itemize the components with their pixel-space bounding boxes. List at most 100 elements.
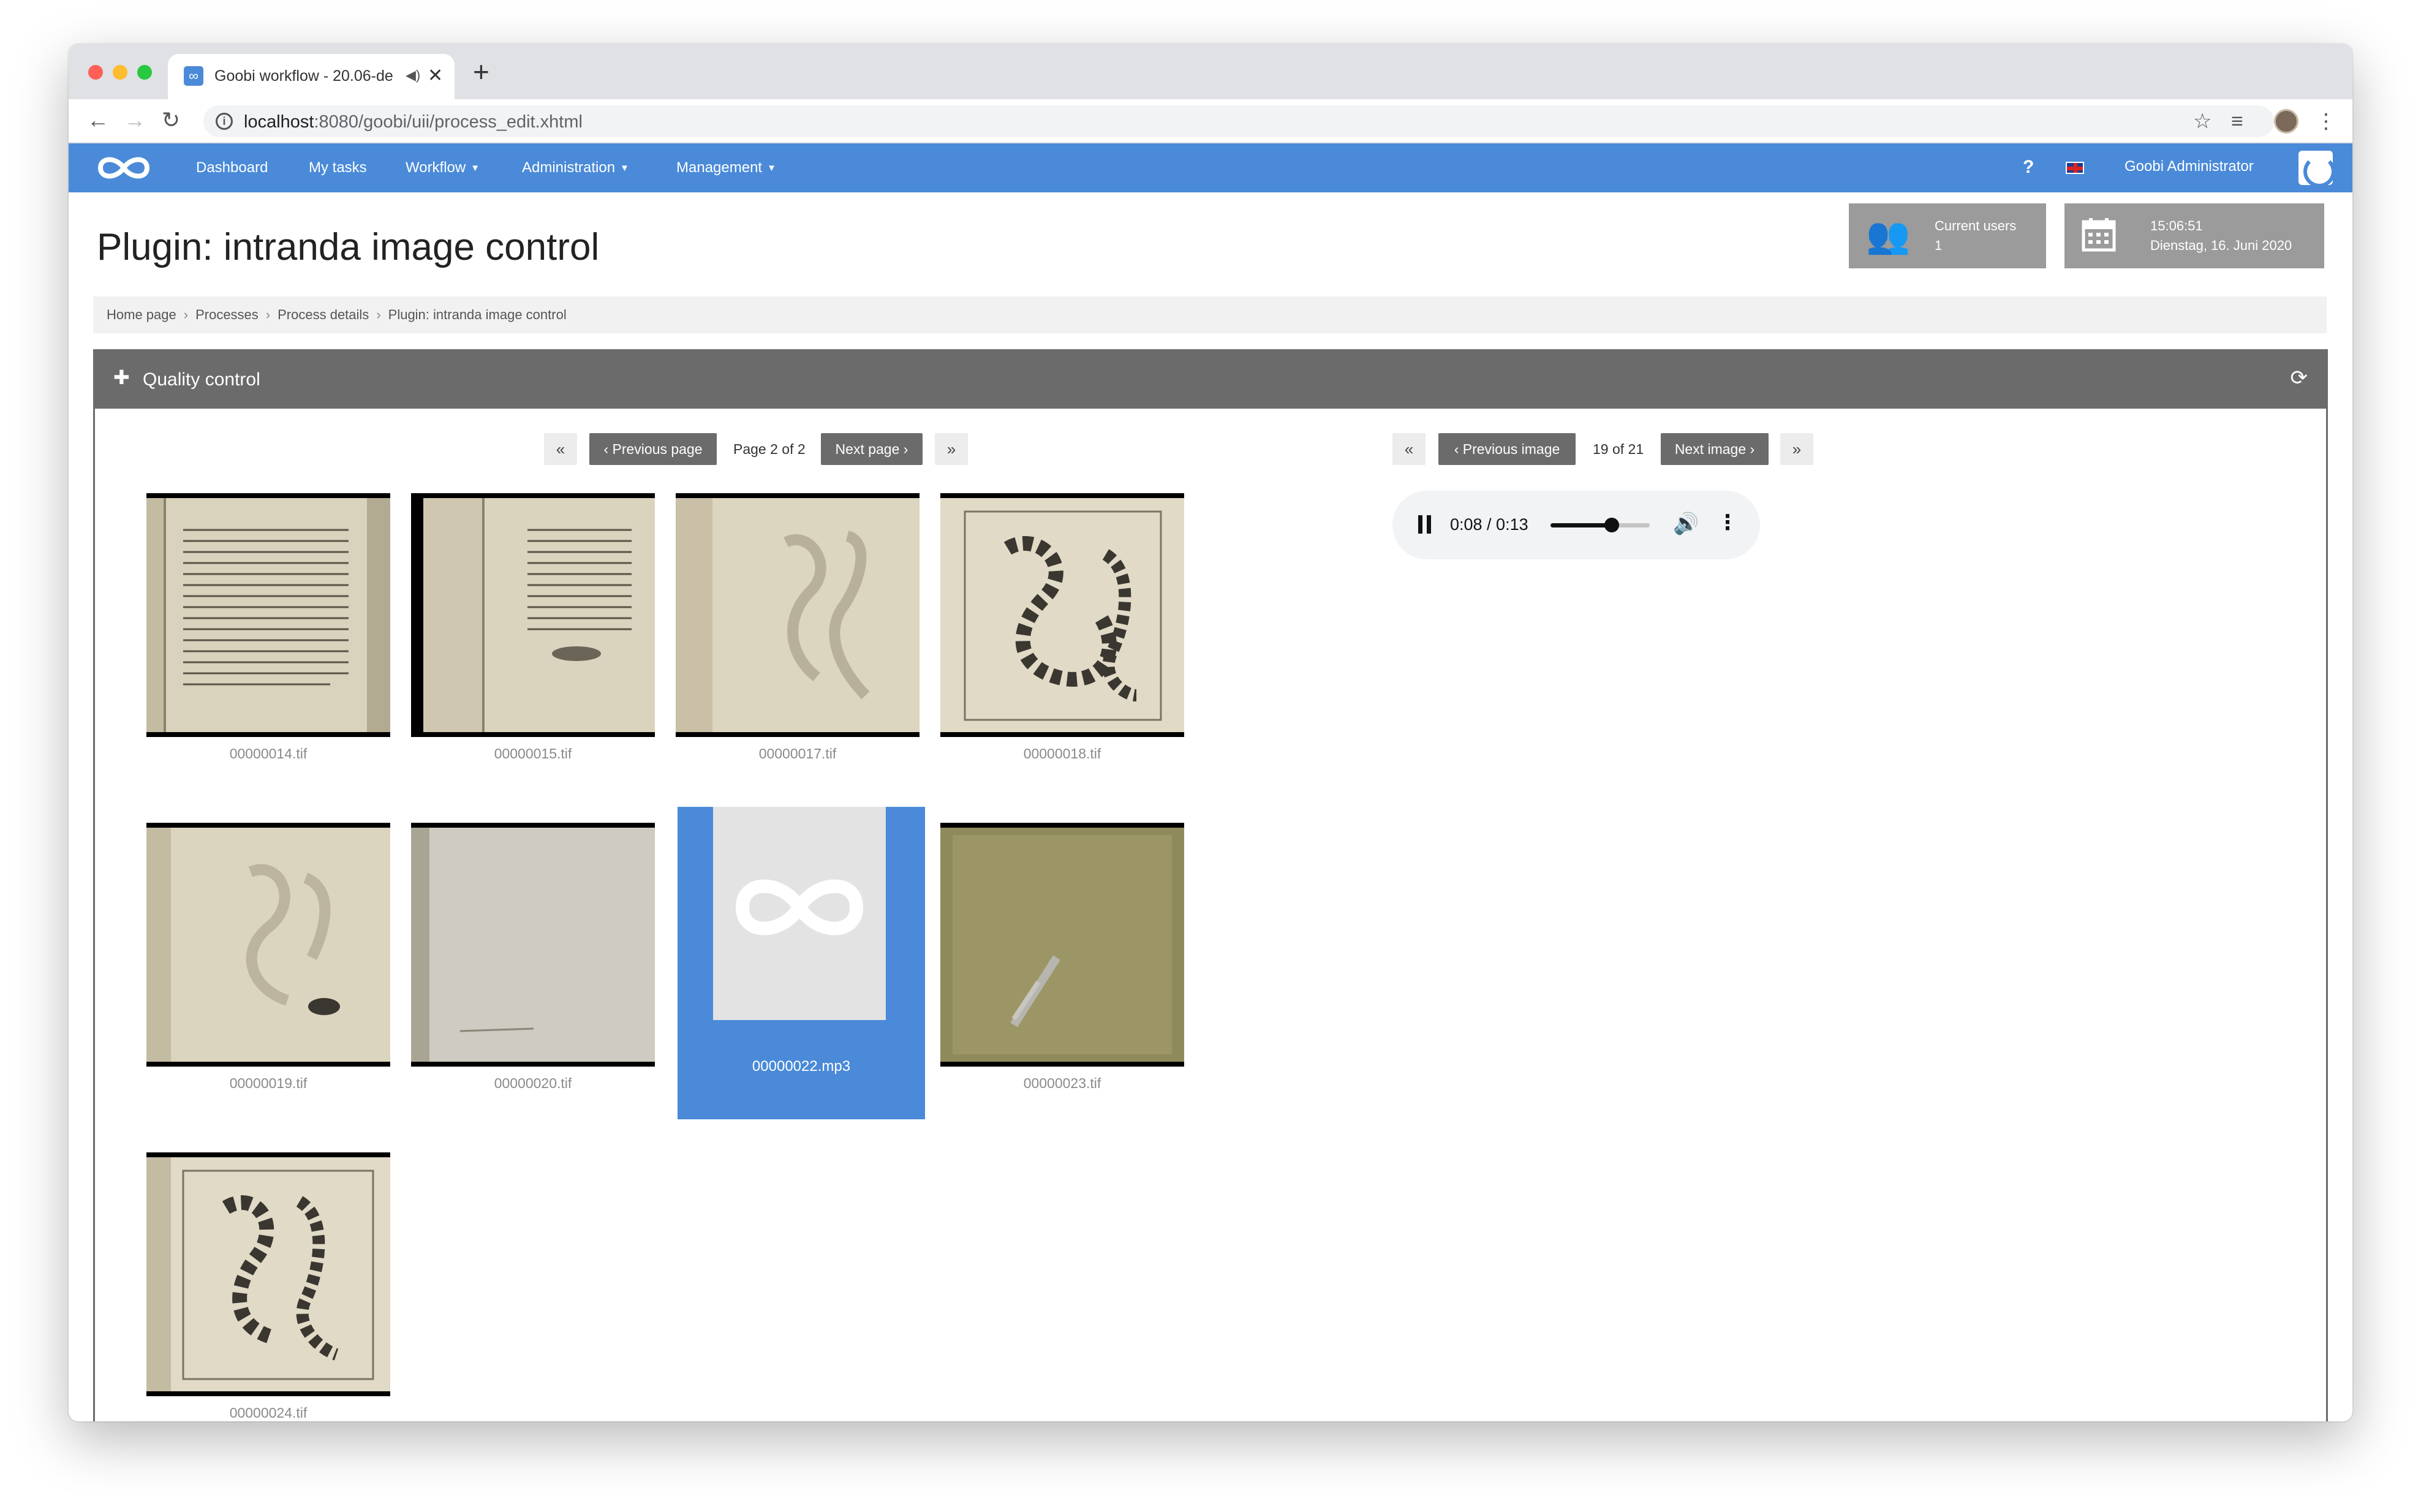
new-tab-button[interactable]: + [473, 56, 489, 87]
first-page-button[interactable]: « [544, 433, 577, 465]
maximize-window-button[interactable] [137, 65, 152, 80]
thumbnail-image[interactable] [940, 493, 1184, 737]
current-users-box[interactable]: 👥 Current users 1 [1849, 203, 2046, 268]
caret-down-icon: ▼ [767, 163, 776, 174]
thumbnail-image[interactable] [411, 823, 655, 1067]
minimize-window-button[interactable] [113, 65, 127, 80]
url-host: localhost [244, 112, 314, 132]
last-page-button[interactable]: » [935, 433, 968, 465]
thumbnail-image[interactable] [146, 1152, 390, 1396]
media-queue-icon[interactable]: ≡ [2231, 108, 2243, 135]
caret-down-icon: ▼ [620, 163, 629, 174]
nav-workflow-label: Workflow [406, 159, 466, 176]
volume-icon[interactable]: 🔊 [1673, 512, 1699, 536]
current-users-label: Current users [1935, 218, 2017, 233]
tab-title: Goobi workflow - 20.06-de [214, 67, 393, 85]
date-time-box: 15:06:51 Dienstag, 16. Juni 2020 [2064, 203, 2324, 268]
nav-dashboard[interactable]: Dashboard [196, 159, 268, 176]
next-image-button[interactable]: Next image › [1661, 433, 1769, 465]
calendar-icon [2082, 217, 2116, 260]
browser-menu-icon[interactable]: ⋮ [2316, 108, 2336, 135]
bookmark-star-icon[interactable]: ☆ [2193, 108, 2211, 135]
previous-image-button[interactable]: ‹ Previous image [1438, 433, 1576, 465]
url-path: :8080/goobi/uii/process_edit.xhtml [314, 112, 583, 132]
next-page-button[interactable]: Next page › [821, 433, 923, 465]
audio-progress-knob[interactable] [1604, 518, 1619, 532]
more-options-icon[interactable]: ⋮ [1717, 510, 1738, 535]
audio-progress-slider[interactable] [1550, 518, 1650, 532]
breadcrumb-current: Plugin: intranda image control [388, 307, 567, 322]
goobi-favicon-icon: ∞ [184, 66, 203, 86]
reload-icon[interactable]: ↻ [162, 107, 180, 134]
pause-icon[interactable] [1418, 515, 1432, 534]
user-menu[interactable]: Goobi Administrator [2125, 158, 2254, 175]
page-pager: « ‹ Previous page Page 2 of 2 Next page … [95, 433, 2326, 465]
audio-player: 0:08 / 0:13 🔊 ⋮ [1392, 491, 1760, 559]
first-image-button[interactable]: « [1392, 433, 1426, 465]
browser-window: ∞ Goobi workflow - 20.06-de ◀) ✕ + ← → ↻… [69, 44, 2352, 1421]
nav-administration-label: Administration [522, 159, 616, 176]
close-tab-icon[interactable]: ✕ [428, 65, 443, 86]
browser-tab[interactable]: ∞ Goobi workflow - 20.06-de ◀) ✕ [168, 54, 455, 99]
thumbnail-image[interactable] [146, 823, 390, 1067]
thumbnail-image[interactable] [676, 493, 920, 737]
chevron-right-icon: › [376, 307, 381, 322]
address-bar[interactable]: i localhost:8080/goobi/uii/process_edit.… [203, 105, 2274, 137]
page-indicator: Page 2 of 2 [733, 441, 806, 457]
url-text: localhost:8080/goobi/uii/process_edit.xh… [244, 112, 583, 132]
forward-arrow-icon[interactable]: → [124, 107, 146, 134]
last-image-button[interactable]: » [1780, 433, 1813, 465]
panel-title: Quality control [143, 369, 260, 390]
audio-time: 0:08 / 0:13 [1450, 515, 1528, 534]
current-date: Dienstag, 16. Juni 2020 [2150, 238, 2292, 253]
breadcrumb: Home page › Processes › Process details › Plug… [93, 297, 2327, 333]
previous-page-button[interactable]: ‹ Previous page [589, 433, 717, 465]
breadcrumb-home[interactable]: Home page [107, 307, 176, 322]
thumbnail-caption: 00000020.tif [494, 1075, 572, 1091]
panel-header: ✚ Quality control ⟳ [95, 351, 2326, 409]
users-icon: 👥 [1866, 216, 1911, 255]
thumbnail-caption: 00000019.tif [229, 1075, 308, 1091]
thumbnail-caption: 00000015.tif [494, 746, 572, 762]
close-window-button[interactable] [88, 65, 103, 80]
current-users-count: 1 [1935, 238, 1943, 253]
back-arrow-icon[interactable]: ← [87, 107, 109, 134]
page-title: Plugin: intranda image control [97, 226, 600, 268]
nav-my-tasks[interactable]: My tasks [309, 159, 367, 176]
nav-management[interactable]: Management ▼ [676, 159, 776, 176]
caret-down-icon: ▼ [470, 163, 480, 174]
chevron-right-icon: › [265, 307, 271, 322]
tab-strip: ∞ Goobi workflow - 20.06-de ◀) ✕ + [69, 44, 2352, 99]
app-navbar: Dashboard My tasks Workflow ▼ Administrat… [69, 143, 2352, 192]
refresh-icon[interactable]: ⟳ [2291, 366, 2308, 390]
help-button[interactable]: ? [2023, 157, 2034, 178]
site-info-icon[interactable]: i [216, 113, 233, 130]
puzzle-icon: ✚ [113, 366, 130, 388]
nav-management-label: Management [676, 159, 763, 176]
uk-flag-icon[interactable] [2066, 162, 2084, 174]
thumbnail-caption-selected: 00000022.mp3 [752, 1058, 851, 1075]
quality-control-panel: ✚ Quality control ⟳ « ‹ Previous page Pa… [93, 349, 2328, 1421]
browser-toolbar: ← → ↻ i localhost:8080/goobi/uii/process… [69, 99, 2352, 143]
breadcrumb-process-details[interactable]: Process details [278, 307, 369, 322]
thumbnail-caption: 00000024.tif [229, 1405, 308, 1421]
goobi-logo-icon[interactable] [96, 152, 152, 184]
institution-logo-icon[interactable] [2298, 151, 2335, 187]
nav-workflow[interactable]: Workflow ▼ [406, 159, 480, 176]
clock-time: 15:06:51 [2150, 218, 2203, 233]
thumbnail-image[interactable] [940, 823, 1184, 1067]
chevron-right-icon: › [183, 307, 189, 322]
thumbnail-caption: 00000017.tif [758, 746, 837, 762]
audio-placeholder [713, 807, 886, 1020]
profile-avatar[interactable] [2274, 109, 2298, 134]
breadcrumb-processes[interactable]: Processes [195, 307, 259, 322]
audio-progress-fill [1550, 523, 1612, 527]
thumbnail-caption: 00000018.tif [1023, 746, 1101, 762]
thumbnail-caption: 00000014.tif [229, 746, 308, 762]
thumbnail-image[interactable] [411, 493, 655, 737]
thumbnail-caption: 00000023.tif [1023, 1075, 1101, 1091]
nav-administration[interactable]: Administration ▼ [522, 159, 629, 176]
thumbnail-selected-audio[interactable]: 00000022.mp3 [678, 807, 925, 1119]
speaker-icon[interactable]: ◀) [406, 67, 420, 83]
thumbnail-image[interactable] [146, 493, 390, 737]
